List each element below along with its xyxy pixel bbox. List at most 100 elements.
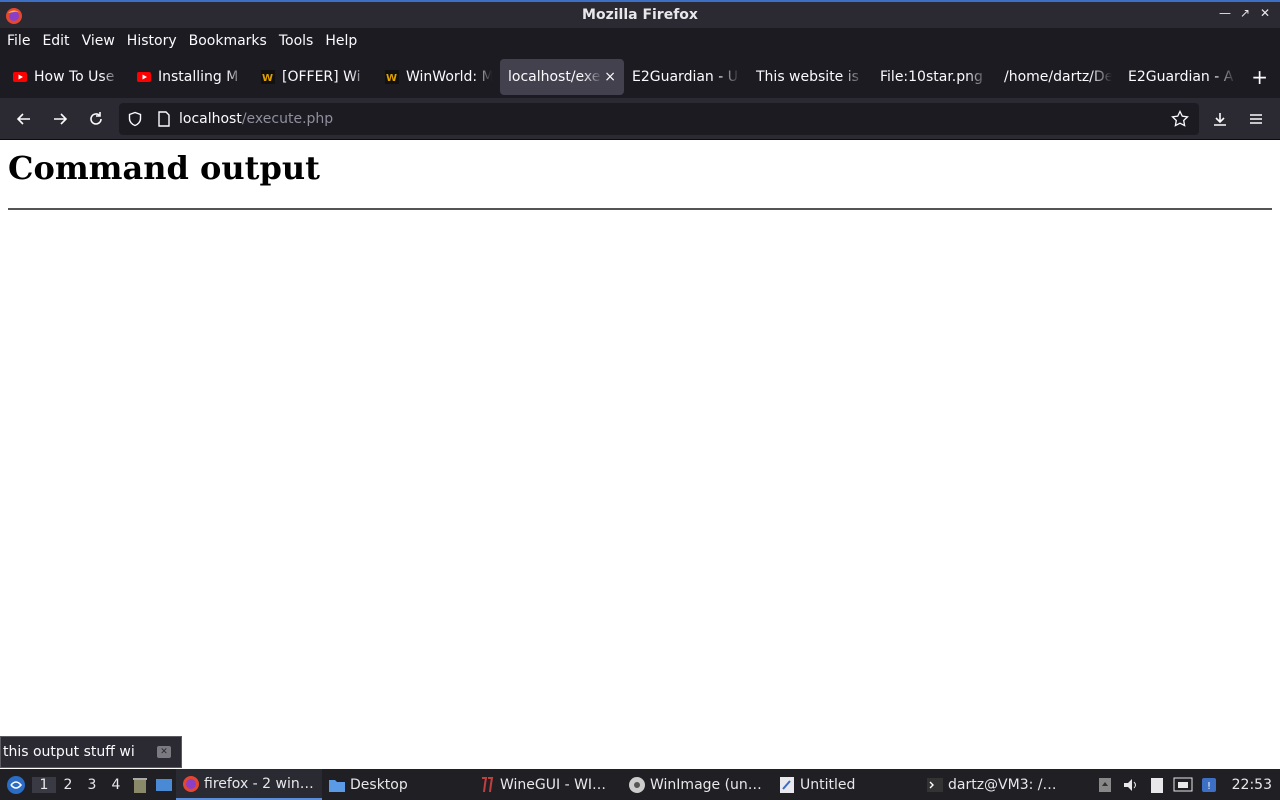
tab-label: E2Guardian - A — [1128, 69, 1234, 85]
task-terminal[interactable]: dartz@VM3: /… — [920, 769, 1062, 800]
folder-icon — [328, 776, 346, 794]
navigation-toolbar: localhost/execute.php — [0, 98, 1280, 140]
download-icon — [1214, 112, 1226, 126]
reload-icon — [90, 111, 102, 125]
tab-home-dartz[interactable]: /home/dartz/De — [996, 59, 1120, 95]
task-label: WineGUI - WI… — [500, 776, 607, 793]
trash-icon — [133, 777, 147, 793]
tab-label: How To Use — [34, 69, 115, 85]
arrow-left-icon — [16, 112, 30, 125]
tab-label: Installing M — [158, 69, 239, 85]
arrow-right-icon — [54, 112, 68, 125]
workspace-4[interactable]: 4 — [104, 777, 128, 793]
task-label: dartz@VM3: /… — [948, 776, 1057, 793]
shield-icon[interactable] — [127, 111, 143, 127]
menu-bookmarks[interactable]: Bookmarks — [189, 33, 267, 49]
page-icon[interactable] — [157, 111, 171, 127]
horizontal-rule — [8, 208, 1272, 210]
task-winegui[interactable]: WineGUI - WI… — [472, 769, 622, 800]
tab-e2guardian-u[interactable]: E2Guardian - U — [624, 59, 748, 95]
youtube-icon — [136, 69, 152, 85]
task-label: WinImage (un… — [650, 776, 762, 793]
tab-label: localhost/exe — [508, 69, 601, 85]
tab-installing[interactable]: Installing M — [128, 59, 252, 95]
svg-text:!: ! — [1207, 781, 1211, 792]
new-tab-button[interactable]: + — [1251, 65, 1268, 89]
tab-10star[interactable]: File:10star.png — [872, 59, 996, 95]
forward-button[interactable] — [42, 103, 78, 135]
page-content: Command output — [0, 140, 1280, 769]
winimage-icon — [628, 776, 646, 794]
task-firefox[interactable]: firefox - 2 win… — [176, 769, 322, 800]
volume-icon[interactable] — [1120, 775, 1142, 795]
maximize-button[interactable]: ↗ — [1236, 6, 1254, 20]
app-menu-button[interactable] — [1238, 103, 1274, 135]
clear-icon[interactable]: ✕ — [157, 746, 171, 758]
search-input[interactable]: this output stuff wi — [3, 744, 147, 760]
show-desktop-launcher[interactable] — [152, 777, 176, 793]
clock[interactable]: 22:53 — [1232, 777, 1272, 793]
reload-button[interactable] — [78, 103, 114, 135]
desktop-icon — [156, 778, 172, 791]
task-untitled[interactable]: Untitled — [772, 769, 920, 800]
terminal-icon — [926, 776, 944, 794]
tab-how-to-use[interactable]: How To Use — [4, 59, 128, 95]
start-menu-button[interactable] — [0, 775, 32, 795]
tab-close-icon[interactable]: × — [604, 69, 616, 85]
task-label: Untitled — [800, 776, 856, 793]
workspace-2[interactable]: 2 — [56, 777, 80, 793]
network-icon[interactable] — [1172, 775, 1194, 795]
downloads-button[interactable] — [1202, 103, 1238, 135]
tab-e2guardian-a[interactable]: E2Guardian - A — [1120, 59, 1244, 95]
tab-localhost-execute[interactable]: localhost/exe × — [500, 59, 624, 95]
bookmark-star-icon[interactable] — [1171, 110, 1189, 128]
menu-view[interactable]: View — [82, 33, 115, 49]
search-input-box[interactable]: this output stuff wi ✕ — [0, 736, 182, 768]
tab-label: [OFFER] Wi — [282, 69, 361, 85]
trash-launcher[interactable] — [128, 776, 152, 794]
svg-text:W: W — [262, 73, 273, 84]
url-text[interactable]: localhost/execute.php — [179, 111, 333, 127]
window-titlebar: Mozilla Firefox — ↗ ✕ — [0, 0, 1280, 28]
menu-file[interactable]: File — [7, 33, 30, 49]
minimize-button[interactable]: — — [1216, 6, 1234, 20]
tab-label: /home/dartz/De — [1004, 69, 1112, 85]
system-tray: ! 22:53 — [1092, 769, 1280, 800]
page-heading: Command output — [8, 149, 320, 187]
taskbar: 1 2 3 4 firefox - 2 win… Desktop WineGUI… — [0, 769, 1280, 800]
menu-bar: File Edit View History Bookmarks Tools H… — [0, 28, 1280, 54]
task-label: Desktop — [350, 776, 408, 793]
url-path: /execute.php — [241, 111, 334, 127]
url-host: localhost — [179, 111, 242, 127]
menu-tools[interactable]: Tools — [279, 33, 314, 49]
wine-icon — [478, 776, 496, 794]
task-desktop[interactable]: Desktop — [322, 769, 472, 800]
winworld-icon: W — [260, 69, 276, 85]
menu-edit[interactable]: Edit — [42, 33, 69, 49]
firefox-icon — [182, 775, 200, 793]
clipboard-icon[interactable] — [1146, 775, 1168, 795]
hamburger-menu-icon — [1250, 113, 1262, 124]
close-button[interactable]: ✕ — [1256, 6, 1274, 20]
back-button[interactable] — [6, 103, 42, 135]
youtube-icon — [12, 69, 28, 85]
tab-label: WinWorld: M — [406, 69, 492, 85]
tab-this-website[interactable]: This website is — [748, 59, 872, 95]
tab-offer[interactable]: W [OFFER] Wi — [252, 59, 376, 95]
menu-help[interactable]: Help — [325, 33, 357, 49]
workspace-1[interactable]: 1 — [32, 776, 56, 793]
winworld-icon: W — [384, 69, 400, 85]
tab-label: E2Guardian - U — [632, 69, 738, 85]
address-bar[interactable]: localhost/execute.php — [119, 103, 1199, 135]
task-winimage[interactable]: WinImage (un… — [622, 769, 772, 800]
notification-icon[interactable]: ! — [1198, 775, 1220, 795]
text-editor-icon — [778, 776, 796, 794]
workspace-3[interactable]: 3 — [80, 777, 104, 793]
menu-history[interactable]: History — [127, 33, 177, 49]
task-label: firefox - 2 win… — [204, 775, 314, 792]
tab-winworld[interactable]: W WinWorld: M — [376, 59, 500, 95]
tab-label: This website is — [756, 69, 859, 85]
eject-icon[interactable] — [1094, 775, 1116, 795]
distro-logo-icon — [7, 775, 25, 794]
firefox-icon — [6, 8, 22, 24]
